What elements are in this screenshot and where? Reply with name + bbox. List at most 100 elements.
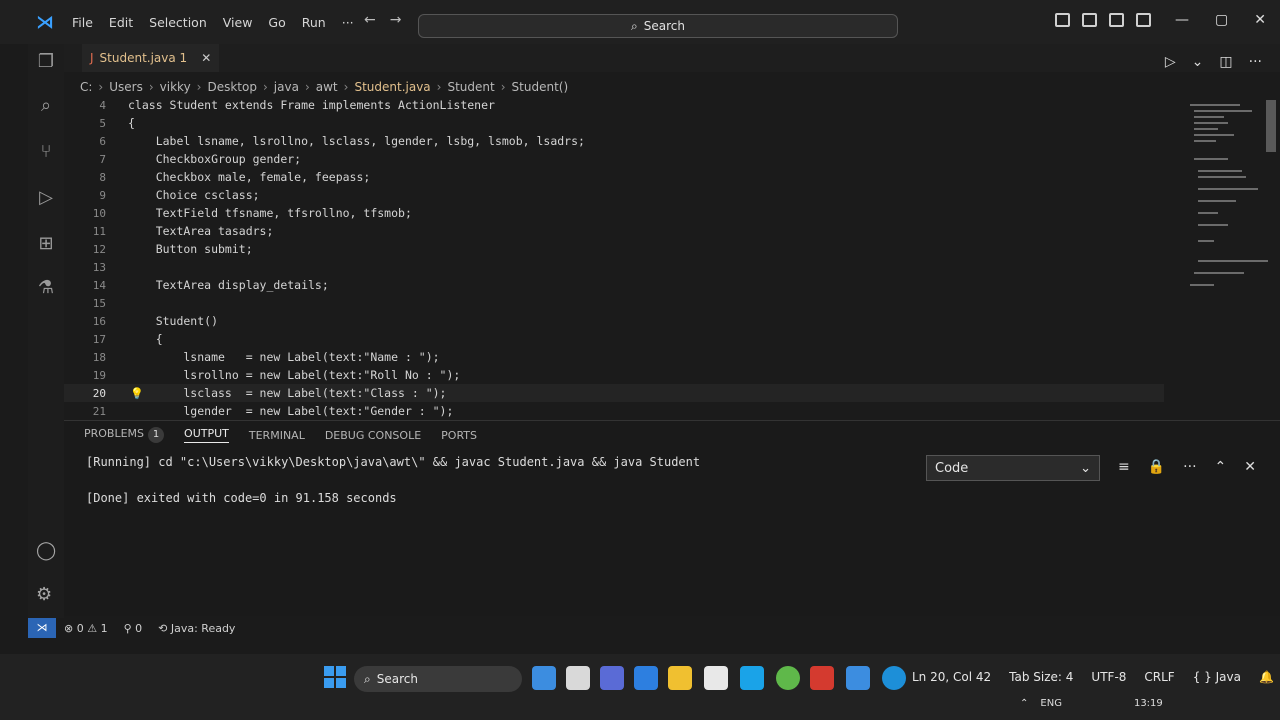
lock-scroll-icon[interactable]: 🔒 <box>1148 459 1165 475</box>
encoding[interactable]: UTF-8 <box>1091 670 1126 684</box>
explorer-icon[interactable]: ❐ <box>34 50 58 74</box>
search-view-icon[interactable]: ⌕ <box>34 94 58 118</box>
output-line-done: [Done] exited with code=0 in 91.158 seco… <box>86 491 397 505</box>
tray-chevron-up-icon[interactable]: ⌃ <box>1020 698 1028 709</box>
extensions-icon[interactable]: ⊞ <box>34 232 58 256</box>
customize-layout-icon[interactable] <box>1136 13 1152 27</box>
maximize-panel-icon[interactable]: ⌃ <box>1215 459 1227 475</box>
code-line: 21 lgender = new Label(text:"Gender : ")… <box>92 404 454 418</box>
input-language[interactable]: ENG <box>1040 698 1062 709</box>
panel-tabs: PROBLEMS 1 OUTPUT TERMINAL DEBUG CONSOLE … <box>84 427 477 443</box>
testing-icon[interactable]: ⚗ <box>34 276 58 300</box>
tab-student-java[interactable]: J Student.java 1 ✕ <box>82 44 220 72</box>
toggle-primary-sidebar-icon[interactable] <box>1055 13 1071 27</box>
menu-selection[interactable]: Selection <box>141 15 215 30</box>
code-line: 5{ <box>99 116 135 130</box>
tab-debug-console[interactable]: DEBUG CONSOLE <box>325 429 421 442</box>
notifications-bell-icon[interactable]: 🔔 <box>1259 670 1274 684</box>
tab-terminal[interactable]: TERMINAL <box>249 429 305 442</box>
menu-run[interactable]: Run <box>294 15 334 30</box>
taskbar-app-icon[interactable] <box>704 666 728 690</box>
menu-file[interactable]: File <box>64 15 101 30</box>
close-panel-icon[interactable]: ✕ <box>1244 459 1256 475</box>
menu-view[interactable]: View <box>215 15 261 30</box>
code-line: 6 Label lsname, lsrollno, lsclass, lgend… <box>99 134 585 148</box>
chevron-down-icon[interactable]: ⌄ <box>1192 54 1204 70</box>
editor-scrollbar-thumb[interactable] <box>1266 100 1276 152</box>
code-line: 18 lsname = new Label(text:"Name : "); <box>92 350 440 364</box>
output-line-running: [Running] cd "c:\Users\vikky\Desktop\jav… <box>86 455 701 469</box>
java-status[interactable]: ⟲ Java: Ready <box>158 622 235 635</box>
problems-count-badge: 1 <box>148 427 165 443</box>
run-debug-icon[interactable]: ▷ <box>34 186 58 210</box>
taskbar-folder-icon[interactable] <box>668 666 692 690</box>
search-icon: ⌕ <box>631 18 638 33</box>
editor-tabs: J Student.java 1 ✕ ▷ ⌄ ◫ ··· <box>64 44 1280 72</box>
taskbar-vscode-icon[interactable] <box>634 666 658 690</box>
close-window-icon[interactable]: ✕ <box>1254 12 1266 28</box>
remote-indicator-icon[interactable]: ⋊ <box>28 618 56 638</box>
editor-actions: ▷ ⌄ ◫ ··· <box>1165 54 1262 70</box>
close-tab-icon[interactable]: ✕ <box>201 51 211 65</box>
taskbar-app-icon[interactable] <box>846 666 870 690</box>
back-arrow-icon[interactable]: ← <box>364 12 376 28</box>
tab-label: Student.java 1 <box>99 51 188 65</box>
code-line: 11 TextArea tasadrs; <box>92 224 274 238</box>
vscode-logo-icon: ⋊ <box>36 11 54 33</box>
taskbar-app-icon[interactable] <box>740 666 764 690</box>
code-line-active: 20 💡 lsclass = new Label(text:"Class : ")… <box>64 384 1164 402</box>
windows-start-icon[interactable] <box>324 666 346 688</box>
problems-status[interactable]: ⊗ 0 ⚠ 1 <box>64 622 108 635</box>
vscode-status-right: Ln 20, Col 42 Tab Size: 4 UTF-8 CRLF { }… <box>912 670 1274 684</box>
search-icon: ⌕ <box>364 671 371 686</box>
nav-arrows: ← → <box>364 12 401 28</box>
cursor-position[interactable]: Ln 20, Col 42 <box>912 670 991 684</box>
split-editor-icon[interactable]: ◫ <box>1219 54 1232 70</box>
windows-taskbar: ⌕ Search Ln 20, Col 42 Tab Size: 4 UTF-8… <box>0 654 1280 720</box>
tab-problems[interactable]: PROBLEMS 1 <box>84 427 165 443</box>
settings-gear-icon[interactable]: ⚙ <box>36 584 52 605</box>
command-search-box[interactable]: ⌕ Search <box>418 14 898 38</box>
output-channel-select[interactable]: Code ⌄ <box>926 455 1100 481</box>
clock[interactable]: 13:19 <box>1134 698 1163 709</box>
language-mode[interactable]: { } Java <box>1193 670 1241 684</box>
java-file-icon: J <box>90 51 94 65</box>
menu-go[interactable]: Go <box>260 15 293 30</box>
chevron-down-icon: ⌄ <box>1080 460 1091 476</box>
run-code-icon[interactable]: ▷ <box>1165 54 1176 70</box>
taskbar-search[interactable]: ⌕ Search <box>354 666 522 692</box>
minimize-icon[interactable]: — <box>1175 12 1189 28</box>
clear-output-icon[interactable]: ≡ <box>1118 459 1130 475</box>
taskbar-app-icon[interactable] <box>600 666 624 690</box>
forward-arrow-icon[interactable]: → <box>390 12 402 28</box>
menu-more[interactable]: ··· <box>334 15 362 30</box>
taskbar-chrome-icon[interactable] <box>776 666 800 690</box>
maximize-icon[interactable]: ▢ <box>1215 12 1228 28</box>
menu-bar: File Edit Selection View Go Run ··· <box>64 15 362 30</box>
title-right-controls: — ▢ ✕ <box>1055 12 1280 28</box>
code-line: 9 Choice csclass; <box>99 188 260 202</box>
code-line: 13 <box>92 260 106 274</box>
tab-output[interactable]: OUTPUT <box>184 427 229 443</box>
source-control-icon[interactable]: ⑂ <box>34 140 58 164</box>
account-icon[interactable]: ◯ <box>36 540 56 561</box>
line-ending[interactable]: CRLF <box>1144 670 1174 684</box>
code-line: 17 { <box>92 332 163 346</box>
tab-ports[interactable]: PORTS <box>441 429 477 442</box>
taskbar-app-icon[interactable] <box>566 666 590 690</box>
minimap[interactable] <box>1188 100 1268 300</box>
system-tray: ⌃ ENG 13:19 <box>1020 698 1163 709</box>
more-actions-icon[interactable]: ··· <box>1183 459 1196 475</box>
ports-status[interactable]: ⚲ 0 <box>124 622 143 635</box>
toggle-secondary-sidebar-icon[interactable] <box>1109 13 1125 27</box>
tab-size[interactable]: Tab Size: 4 <box>1009 670 1073 684</box>
toggle-panel-icon[interactable] <box>1082 13 1098 27</box>
menu-edit[interactable]: Edit <box>101 15 141 30</box>
taskbar-edge-icon[interactable] <box>882 666 906 690</box>
code-editor[interactable]: 4 class Student extends Frame implements … <box>64 96 1180 420</box>
taskbar-app-icon[interactable] <box>532 666 556 690</box>
status-bar: ⋊ ⊗ 0 ⚠ 1 ⚲ 0 ⟲ Java: Ready <box>28 618 1280 654</box>
code-line: 4 class Student extends Frame implements … <box>99 98 495 112</box>
taskbar-app-icon[interactable] <box>810 666 834 690</box>
more-actions-icon[interactable]: ··· <box>1249 54 1262 70</box>
